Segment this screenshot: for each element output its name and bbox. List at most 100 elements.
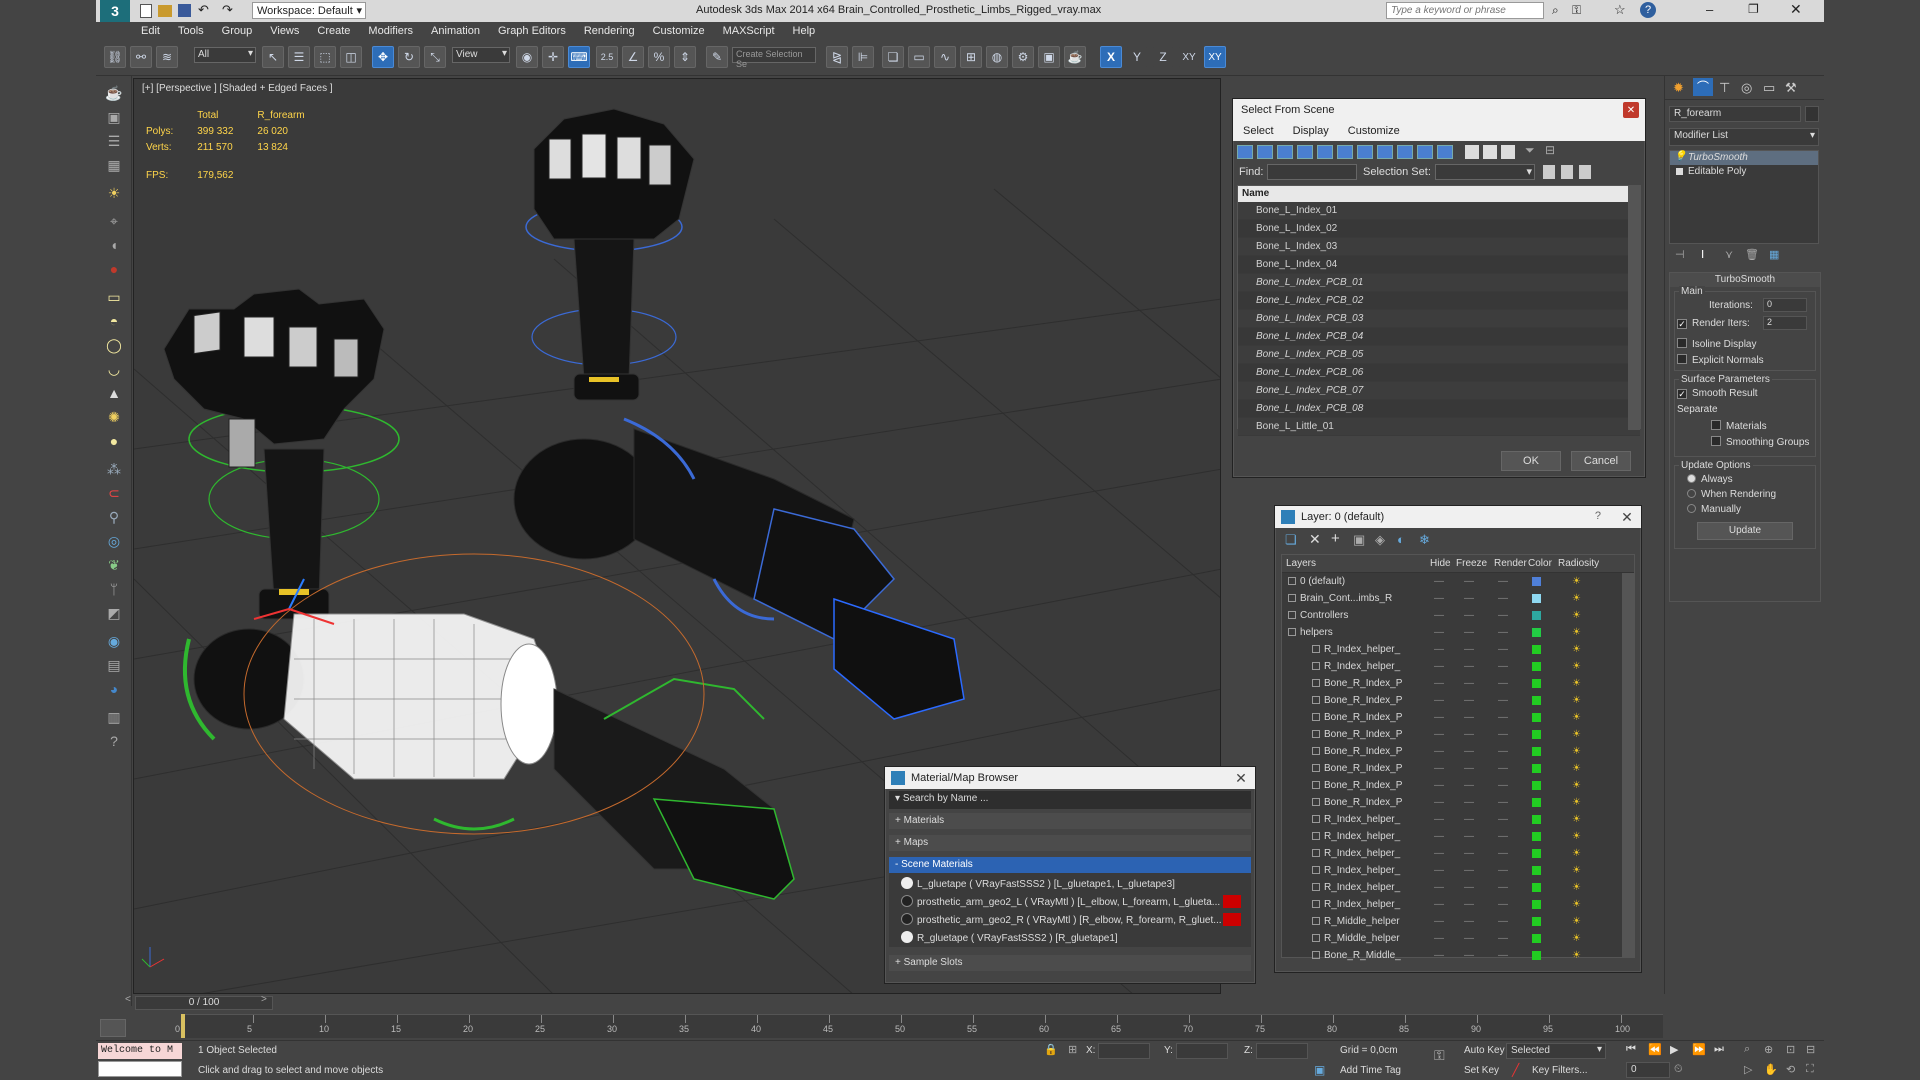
display-frozen-icon[interactable] [1437, 145, 1453, 159]
hair-icon[interactable]: ᛘ [103, 578, 125, 600]
close-icon[interactable]: ✕ [1619, 509, 1635, 525]
list-icon[interactable]: ☰ [103, 130, 125, 152]
field-of-view-icon[interactable]: ▷ [1744, 1063, 1752, 1076]
render-toggle[interactable]: — [1498, 607, 1508, 624]
render-iters-spinner[interactable]: 2 [1763, 316, 1807, 330]
render-sphere-icon[interactable]: ◉ [103, 630, 125, 652]
freeze-toggle[interactable]: — [1464, 607, 1474, 624]
layer-color-swatch[interactable] [1532, 764, 1541, 773]
layer-color-swatch[interactable] [1532, 866, 1541, 875]
hide-toggle[interactable]: — [1434, 709, 1444, 726]
display-lights-icon[interactable] [1277, 145, 1293, 159]
workspace-dropdown[interactable]: Workspace: Default ▾ [252, 2, 366, 19]
scene-list-item[interactable]: Bone_L_Little_01 [1238, 418, 1640, 436]
layer-color-swatch[interactable] [1532, 594, 1541, 603]
sky-icon[interactable]: ● [103, 430, 125, 452]
set-key-button[interactable]: Set Key [1464, 1065, 1499, 1076]
radiosity-icon[interactable]: ☀ [1572, 828, 1581, 845]
current-frame-marker[interactable] [181, 1014, 185, 1038]
layer-row[interactable]: R_Index_helper_ — — — ☀ [1282, 845, 1634, 862]
display-bones-icon[interactable] [1397, 145, 1413, 159]
scene-list-item[interactable]: Bone_L_Index_01 [1238, 202, 1640, 220]
update-button[interactable]: Update [1697, 522, 1793, 540]
render-toggle[interactable]: — [1498, 879, 1508, 896]
render-toggle[interactable]: — [1498, 930, 1508, 947]
radiosity-icon[interactable]: ☀ [1572, 896, 1581, 913]
list-scrollbar[interactable] [1628, 186, 1640, 430]
hide-toggle[interactable]: — [1434, 947, 1444, 964]
restore-button[interactable]: ❐ [1748, 2, 1759, 16]
material-search-field[interactable]: ▾ Search by Name ... [889, 791, 1251, 809]
maxscript-listener[interactable]: Welcome to M [98, 1043, 182, 1059]
render-toggle[interactable]: — [1498, 896, 1508, 913]
layer-row[interactable]: Bone_R_Index_P — — — ☀ [1282, 794, 1634, 811]
layer-color-swatch[interactable] [1532, 934, 1541, 943]
hide-toggle[interactable]: — [1434, 743, 1444, 760]
display-geometry-icon[interactable] [1237, 145, 1253, 159]
freeze-toggle[interactable]: — [1464, 743, 1474, 760]
scene-list-item[interactable]: Bone_L_Index_PCB_01 [1238, 274, 1640, 292]
auto-key-button[interactable]: Auto Key [1464, 1045, 1505, 1056]
menu-modifiers[interactable]: Modifiers [359, 22, 422, 37]
prev-frame-icon[interactable]: < [125, 994, 131, 1005]
go-to-start-icon[interactable]: ⏮ [1626, 1043, 1636, 1056]
pivot-center-icon[interactable]: ◉ [516, 46, 538, 68]
layer-row[interactable]: R_Index_helper_ — — — ☀ [1282, 879, 1634, 896]
axis-constraint-z[interactable]: Z [1152, 46, 1174, 68]
col-freeze[interactable]: Freeze [1456, 558, 1487, 569]
select-invert-icon[interactable] [1501, 145, 1515, 159]
menu-customize[interactable]: Customize [644, 22, 714, 37]
select-object-icon[interactable]: ↖ [262, 46, 284, 68]
material-item[interactable]: R_gluetape ( VRayFastSSS2 ) [R_gluetape1… [901, 931, 1118, 944]
smooth-result-checkbox[interactable]: ✓ Smooth Result [1677, 388, 1758, 399]
scene-materials-group[interactable]: - Scene Materials [889, 857, 1251, 873]
keyboard-shortcut-override-icon[interactable]: ⌨ [568, 46, 590, 68]
axis-constraint-x[interactable]: X [1100, 46, 1122, 68]
right-prosthetic-arm[interactable] [513, 108, 965, 720]
sun-icon[interactable]: ✺ [103, 406, 125, 428]
render-toggle[interactable]: — [1498, 845, 1508, 862]
layer-row[interactable]: R_Index_helper_ — — — ☀ [1282, 828, 1634, 845]
pan-icon[interactable]: ✋ [1764, 1063, 1778, 1076]
render-toggle[interactable]: — [1498, 658, 1508, 675]
speaker-icon[interactable]: ◖ [103, 234, 125, 256]
help-button[interactable]: ? [1595, 510, 1601, 522]
radiosity-icon[interactable]: ☀ [1572, 573, 1581, 590]
key-filters-button[interactable]: Key Filters... [1532, 1065, 1588, 1076]
help-circle-icon[interactable]: ? [103, 730, 125, 752]
time-tag-icon[interactable]: ▣ [1314, 1063, 1325, 1077]
freeze-all-layers-icon[interactable]: ❄ [1419, 532, 1430, 548]
layer-row[interactable]: R_Index_helper_ — — — ☀ [1282, 896, 1634, 913]
radiosity-icon[interactable]: ☀ [1572, 658, 1581, 675]
radiosity-icon[interactable]: ☀ [1572, 913, 1581, 930]
radiosity-icon[interactable]: ☀ [1572, 845, 1581, 862]
y-coordinate-field[interactable] [1176, 1043, 1228, 1059]
reference-coord-dropdown[interactable]: View ▾ [452, 47, 510, 63]
rectangular-selection-icon[interactable]: ⬚ [314, 46, 336, 68]
layer-color-swatch[interactable] [1532, 696, 1541, 705]
quick-access-new-icon[interactable] [140, 4, 152, 18]
menu-maxscript[interactable]: MAXScript [714, 22, 784, 37]
next-frame-icon[interactable]: > [261, 994, 267, 1005]
material-item[interactable]: prosthetic_arm_geo2_R ( VRayMtl ) [R_elb… [901, 913, 1241, 926]
spinner-snap-icon[interactable]: ⇕ [674, 46, 696, 68]
clipboard-icon[interactable]: ▥ [103, 706, 125, 728]
expand-icon[interactable] [1676, 168, 1683, 175]
hide-toggle[interactable]: — [1434, 862, 1444, 879]
render-toggle[interactable]: — [1498, 777, 1508, 794]
cone-icon[interactable]: ▲ [103, 382, 125, 404]
hide-toggle[interactable]: — [1434, 845, 1444, 862]
hide-toggle[interactable]: — [1434, 930, 1444, 947]
select-none-icon[interactable] [1483, 145, 1497, 159]
hide-toggle[interactable]: — [1434, 607, 1444, 624]
layer-color-swatch[interactable] [1532, 849, 1541, 858]
freeze-toggle[interactable]: — [1464, 947, 1474, 964]
selection-filter-dropdown[interactable]: All ▾ [194, 47, 256, 63]
display-shapes-icon[interactable] [1257, 145, 1273, 159]
select-and-move-icon[interactable]: ✥ [372, 46, 394, 68]
layer-color-swatch[interactable] [1532, 611, 1541, 620]
light-icon[interactable]: ☀ [103, 182, 125, 204]
radiosity-icon[interactable]: ☀ [1572, 743, 1581, 760]
freeze-toggle[interactable]: — [1464, 913, 1474, 930]
scene-list-item[interactable]: Bone_L_Index_03 [1238, 238, 1640, 256]
